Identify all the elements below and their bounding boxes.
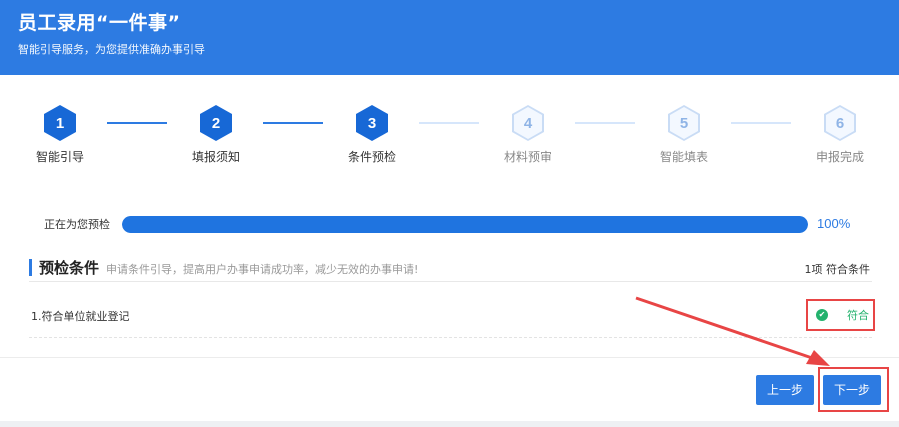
progress-label: 正在为您预检 (44, 218, 110, 231)
section-count: 1项 符合条件 (804, 263, 871, 276)
progress-fill (122, 216, 808, 233)
next-step-button[interactable]: 下一步 (823, 375, 881, 405)
section-title: 预检条件 (39, 259, 100, 277)
step-6-label: 申报完成 (815, 150, 864, 164)
step-5-hexagon: 5 (668, 105, 700, 141)
step-3: 3 条件预检 (332, 105, 412, 165)
step-connector-5 (731, 122, 791, 124)
check-circle-icon: ✔ (816, 309, 828, 321)
step-indicator: 1 智能引导 2 填报须知 3 条件预检 4 材料预审 5 智能填表 6 申报完… (0, 105, 899, 175)
step-1: 1 智能引导 (20, 105, 100, 165)
step-5: 5 智能填表 (644, 105, 724, 165)
step-4: 4 材料预审 (488, 105, 568, 165)
step-1-label: 智能引导 (35, 150, 84, 164)
progress-track (122, 216, 808, 233)
step-3-label: 条件预检 (347, 150, 396, 164)
precheck-section-header: 预检条件 申请条件引导，提高用户办事申请成功率，减少无效的办事申请! 1项 符合… (29, 256, 872, 282)
condition-text: 1.符合单位就业登记 (31, 310, 130, 323)
step-6: 6 申报完成 (800, 105, 880, 165)
step-6-hexagon: 6 (824, 105, 856, 141)
section-description: 申请条件引导，提高用户办事申请成功率，减少无效的办事申请! (106, 263, 419, 276)
condition-status: 符合 (847, 309, 869, 322)
step-5-label: 智能填表 (659, 150, 708, 164)
precheck-progress: 正在为您预检 100% (0, 212, 899, 236)
step-2: 2 填报须知 (176, 105, 256, 165)
footer-divider (0, 357, 899, 358)
progress-percent: 100% (817, 216, 851, 231)
section-accent-bar (29, 259, 32, 276)
page-title: 员工录用“一件事” (18, 12, 181, 34)
step-connector-4 (575, 122, 635, 124)
condition-row: 1.符合单位就业登记 ✔ 符合 (29, 299, 875, 338)
previous-step-button[interactable]: 上一步 (756, 375, 814, 405)
step-2-label: 填报须知 (191, 150, 240, 164)
step-4-hexagon: 4 (512, 105, 544, 141)
bottom-strip (0, 421, 899, 427)
step-2-hexagon: 2 (200, 105, 232, 141)
step-4-label: 材料预审 (503, 150, 552, 164)
step-3-hexagon: 3 (356, 105, 388, 141)
annotation-arrow-head (806, 350, 830, 366)
step-connector-1 (107, 122, 167, 124)
step-1-hexagon: 1 (44, 105, 76, 141)
condition-status-highlight: ✔ 符合 (806, 299, 875, 331)
page-subtitle: 智能引导服务，为您提供准确办事引导 (18, 43, 205, 56)
step-connector-2 (263, 122, 323, 124)
page-header: 员工录用“一件事” 智能引导服务，为您提供准确办事引导 (0, 0, 899, 75)
step-connector-3 (419, 122, 479, 124)
